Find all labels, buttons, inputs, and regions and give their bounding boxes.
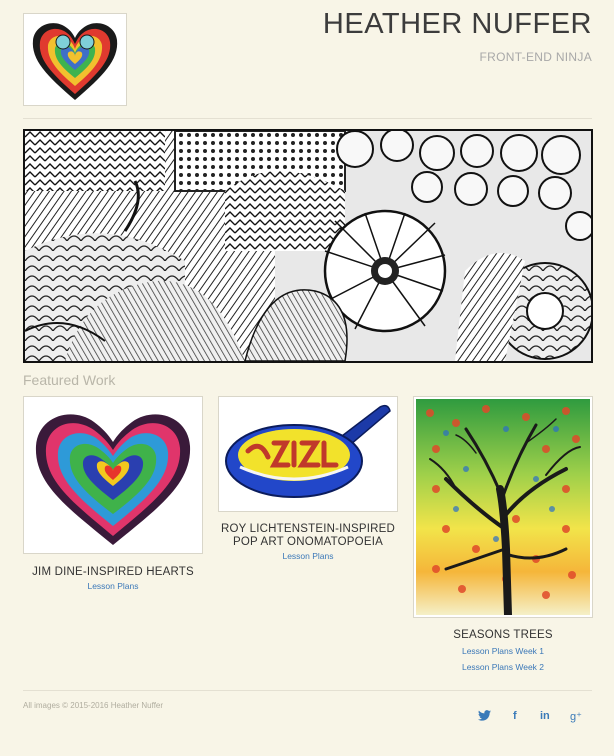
featured-card-pop-art-lesson-plans-link[interactable]: Lesson Plans bbox=[218, 551, 398, 561]
logo[interactable] bbox=[23, 13, 127, 106]
twitter-icon[interactable] bbox=[478, 710, 491, 724]
header-divider bbox=[23, 118, 592, 119]
featured-card-pop-art-title-line1[interactable]: ROY LICHTENSTEIN-INSPIRED bbox=[210, 523, 406, 536]
heart-artwork-icon bbox=[35, 414, 191, 545]
zentangle-artwork-image bbox=[25, 131, 591, 361]
footer-divider bbox=[23, 690, 592, 691]
facebook-icon[interactable]: f bbox=[513, 710, 517, 722]
site-tagline: FRONT-END NINJA bbox=[479, 50, 592, 64]
google-plus-icon[interactable]: g⁺ bbox=[570, 710, 582, 723]
copyright-text: All images © 2015-2016 Heather Nuffer bbox=[23, 701, 164, 710]
linkedin-icon[interactable]: in bbox=[540, 710, 550, 722]
featured-card-seasons-trees-week1-link[interactable]: Lesson Plans Week 1 bbox=[413, 646, 593, 656]
frying-pan-artwork-icon bbox=[220, 399, 396, 509]
featured-card-seasons-trees-week2-link[interactable]: Lesson Plans Week 2 bbox=[413, 662, 593, 672]
featured-work-heading: Featured Work bbox=[23, 372, 116, 388]
tree-artwork-icon bbox=[416, 399, 590, 615]
featured-card-hearts-title[interactable]: JIM DINE-INSPIRED HEARTS bbox=[23, 566, 203, 579]
featured-card-pop-art-title-line2[interactable]: POP ART ONOMATOPOEIA bbox=[210, 536, 406, 549]
twitter-bird-icon bbox=[478, 710, 491, 721]
featured-card-hearts-image[interactable] bbox=[23, 396, 203, 554]
heart-logo-icon bbox=[32, 22, 118, 100]
hero-artwork bbox=[23, 129, 593, 363]
featured-card-seasons-trees-title[interactable]: SEASONS TREES bbox=[413, 629, 593, 642]
featured-card-pop-art-image[interactable] bbox=[218, 396, 398, 512]
site-title[interactable]: HEATHER NUFFER bbox=[323, 8, 592, 41]
featured-card-seasons-trees-image[interactable] bbox=[413, 396, 593, 618]
featured-card-hearts-lesson-plans-link[interactable]: Lesson Plans bbox=[23, 581, 203, 591]
